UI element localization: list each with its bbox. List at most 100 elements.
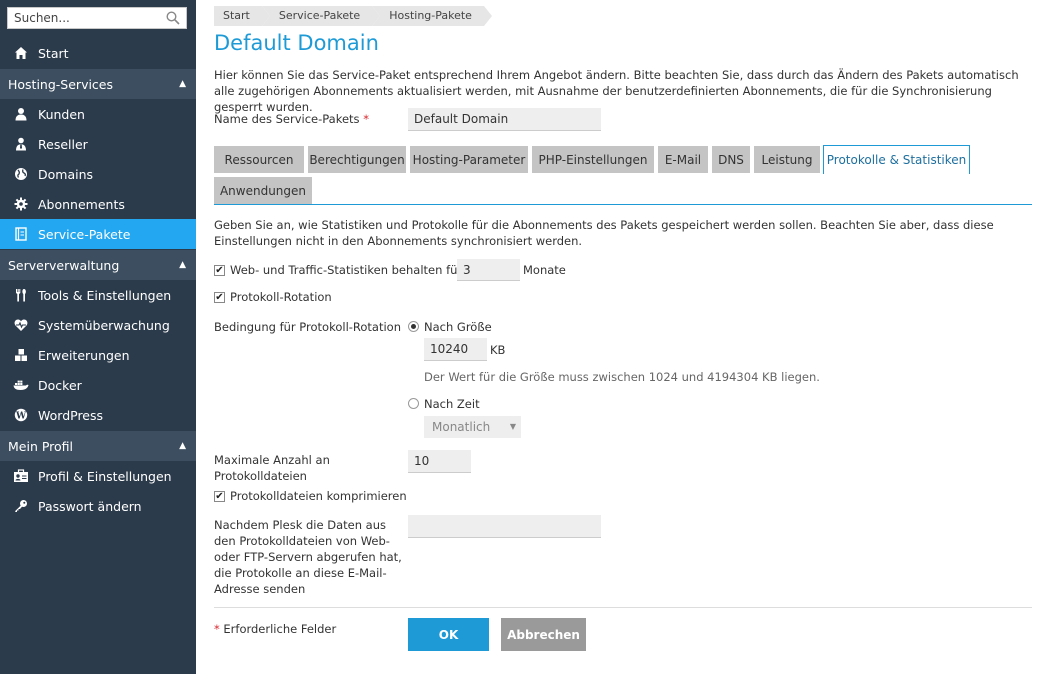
by-time-radio[interactable] [408,398,419,409]
interval-select[interactable]: Monatlich ▼ [424,416,521,438]
by-time-label: Nach Zeit [424,397,480,411]
section-hosting-services[interactable]: Hosting-Services ▲ [0,69,196,99]
sidebar-item-label: Service-Pakete [38,226,131,242]
tab-underline [214,204,1032,205]
tab-email[interactable]: E-Mail [658,146,708,173]
breadcrumb: Start Service-Pakete Hosting-Pakete [214,6,492,26]
sidebar-item-kunden[interactable]: Kunden [0,99,196,129]
sidebar-item-service-pakete[interactable]: Service-Pakete [0,219,196,249]
email-label-line2: den Protokolldateien von Web- [214,534,390,548]
size-unit: KB [490,343,506,357]
sidebar-item-erweiterungen[interactable]: Erweiterungen [0,340,196,370]
keep-stats-months-input[interactable] [457,259,520,281]
breadcrumb-service-pakete[interactable]: Service-Pakete [261,6,381,26]
required-fields-note: * Erforderliche Felder [214,622,337,636]
package-name-label: Name des Service-Pakets * [214,112,369,126]
sidebar-item-start[interactable]: Start [0,38,196,68]
breadcrumb-start[interactable]: Start [214,6,270,26]
rotation-condition-label: Bedingung für Protokoll-Rotation [214,320,402,334]
collapse-caret-icon: ▲ [179,441,186,451]
sidebar-item-passwort[interactable]: Passwort ändern [0,491,196,521]
sidebar-item-label: Docker [38,377,82,393]
sidebar-item-abonnements[interactable]: Abonnements [0,189,196,219]
sidebar-item-profil[interactable]: Profil & Einstellungen [0,461,196,491]
sidebar-item-tools[interactable]: Tools & Einstellungen [0,280,196,310]
size-value-input[interactable] [424,338,487,361]
tab-dns[interactable]: DNS [712,146,750,173]
package-icon [12,225,30,243]
tab-hosting-parameter[interactable]: Hosting-Parameter [410,146,528,173]
sidebar-item-label: Domains [38,166,94,182]
max-logs-input[interactable] [408,450,471,473]
divider [214,607,1032,608]
tab-leistung[interactable]: Leistung [754,146,820,173]
by-size-radio[interactable] [408,321,419,332]
sidebar-item-label: Kunden [38,106,85,122]
max-logs-label-line2: Protokolldateien [214,469,307,483]
email-label-line1: Nachdem Plesk die Daten aus [214,518,386,532]
compress-label: Protokolldateien komprimieren [230,489,407,503]
tab-anwendungen[interactable]: Anwendungen [214,177,312,204]
keep-stats-unit: Monate [523,263,566,277]
email-label-line4: die Protokolle an diese E-Mail- [214,566,387,580]
tools-icon [12,286,30,304]
sidebar-item-label: Start [38,45,69,61]
email-input[interactable] [408,515,601,538]
section-description: Geben Sie an, wie Statistiken und Protok… [214,218,994,248]
docker-icon [12,376,30,394]
sidebar-item-reseller[interactable]: Reseller [0,129,196,159]
search-icon[interactable] [166,11,180,25]
user-icon [12,105,30,123]
keep-stats-label: Web- und Traffic-Statistiken behalten fü… [230,263,463,277]
globe-icon [12,165,30,183]
email-label-line3: oder FTP-Servern abgerufen hat, [214,550,402,564]
home-icon [12,44,30,62]
main-content: Start Service-Pakete Hosting-Pakete Defa… [214,0,1034,674]
keep-stats-checkbox[interactable]: ✔ [214,265,225,276]
tab-berechtigungen[interactable]: Berechtigungen [308,146,406,173]
sidebar-item-label: Erweiterungen [38,347,130,363]
sidebar-item-label: Passwort ändern [38,498,142,514]
by-size-label: Nach Größe [424,320,492,334]
cancel-button[interactable]: Abbrechen [501,618,586,651]
section-title: Hosting-Services [8,76,114,92]
sidebar-item-systemueberwachung[interactable]: Systemüberwachung [0,310,196,340]
search-input[interactable] [8,8,158,28]
tab-php-einstellungen[interactable]: PHP-Einstellungen [532,146,654,173]
interval-select-value: Monatlich [432,420,491,434]
section-title: Mein Profil [8,438,74,454]
breadcrumb-hosting-pakete[interactable]: Hosting-Pakete [372,6,492,26]
sidebar-item-label: Reseller [38,136,88,152]
log-rotation-checkbox[interactable]: ✔ [214,292,225,303]
gear-icon [12,195,30,213]
sidebar-item-domains[interactable]: Domains [0,159,196,189]
section-mein-profil[interactable]: Mein Profil ▲ [0,431,196,461]
wordpress-icon: W [12,406,30,424]
sidebar-item-label: Tools & Einstellungen [38,287,172,303]
section-serververwaltung[interactable]: Serververwaltung ▲ [0,250,196,280]
package-name-input[interactable] [408,108,601,131]
max-logs-label-line1: Maximale Anzahl an [214,453,330,467]
page-title: Default Domain [214,31,379,55]
sidebar-item-docker[interactable]: Docker [0,370,196,400]
chevron-down-icon: ▼ [509,422,516,431]
sidebar-item-label: WordPress [38,407,104,423]
email-label-line5: Adresse senden [214,582,306,596]
tab-ressourcen[interactable]: Ressourcen [214,146,304,173]
sidebar-item-wordpress[interactable]: W WordPress [0,400,196,430]
extensions-icon [12,346,30,364]
svg-text:W: W [15,412,27,422]
sidebar: Start Hosting-Services ▲ Kunden Reseller… [0,0,196,674]
size-hint: Der Wert für die Größe muss zwischen 102… [424,370,820,384]
collapse-caret-icon: ▲ [179,260,186,270]
heart-pulse-icon [12,316,30,334]
search-box[interactable] [7,7,187,29]
tab-protokolle-statistiken[interactable]: Protokolle & Statistiken [823,145,970,174]
key-icon [12,497,30,515]
collapse-caret-icon: ▲ [179,79,186,89]
sidebar-item-label: Abonnements [38,196,125,212]
ok-button[interactable]: OK [408,618,489,651]
intro-text: Hier können Sie das Service-Paket entspr… [214,68,1019,114]
compress-checkbox[interactable]: ✔ [214,491,225,502]
section-title: Serververwaltung [8,257,120,273]
